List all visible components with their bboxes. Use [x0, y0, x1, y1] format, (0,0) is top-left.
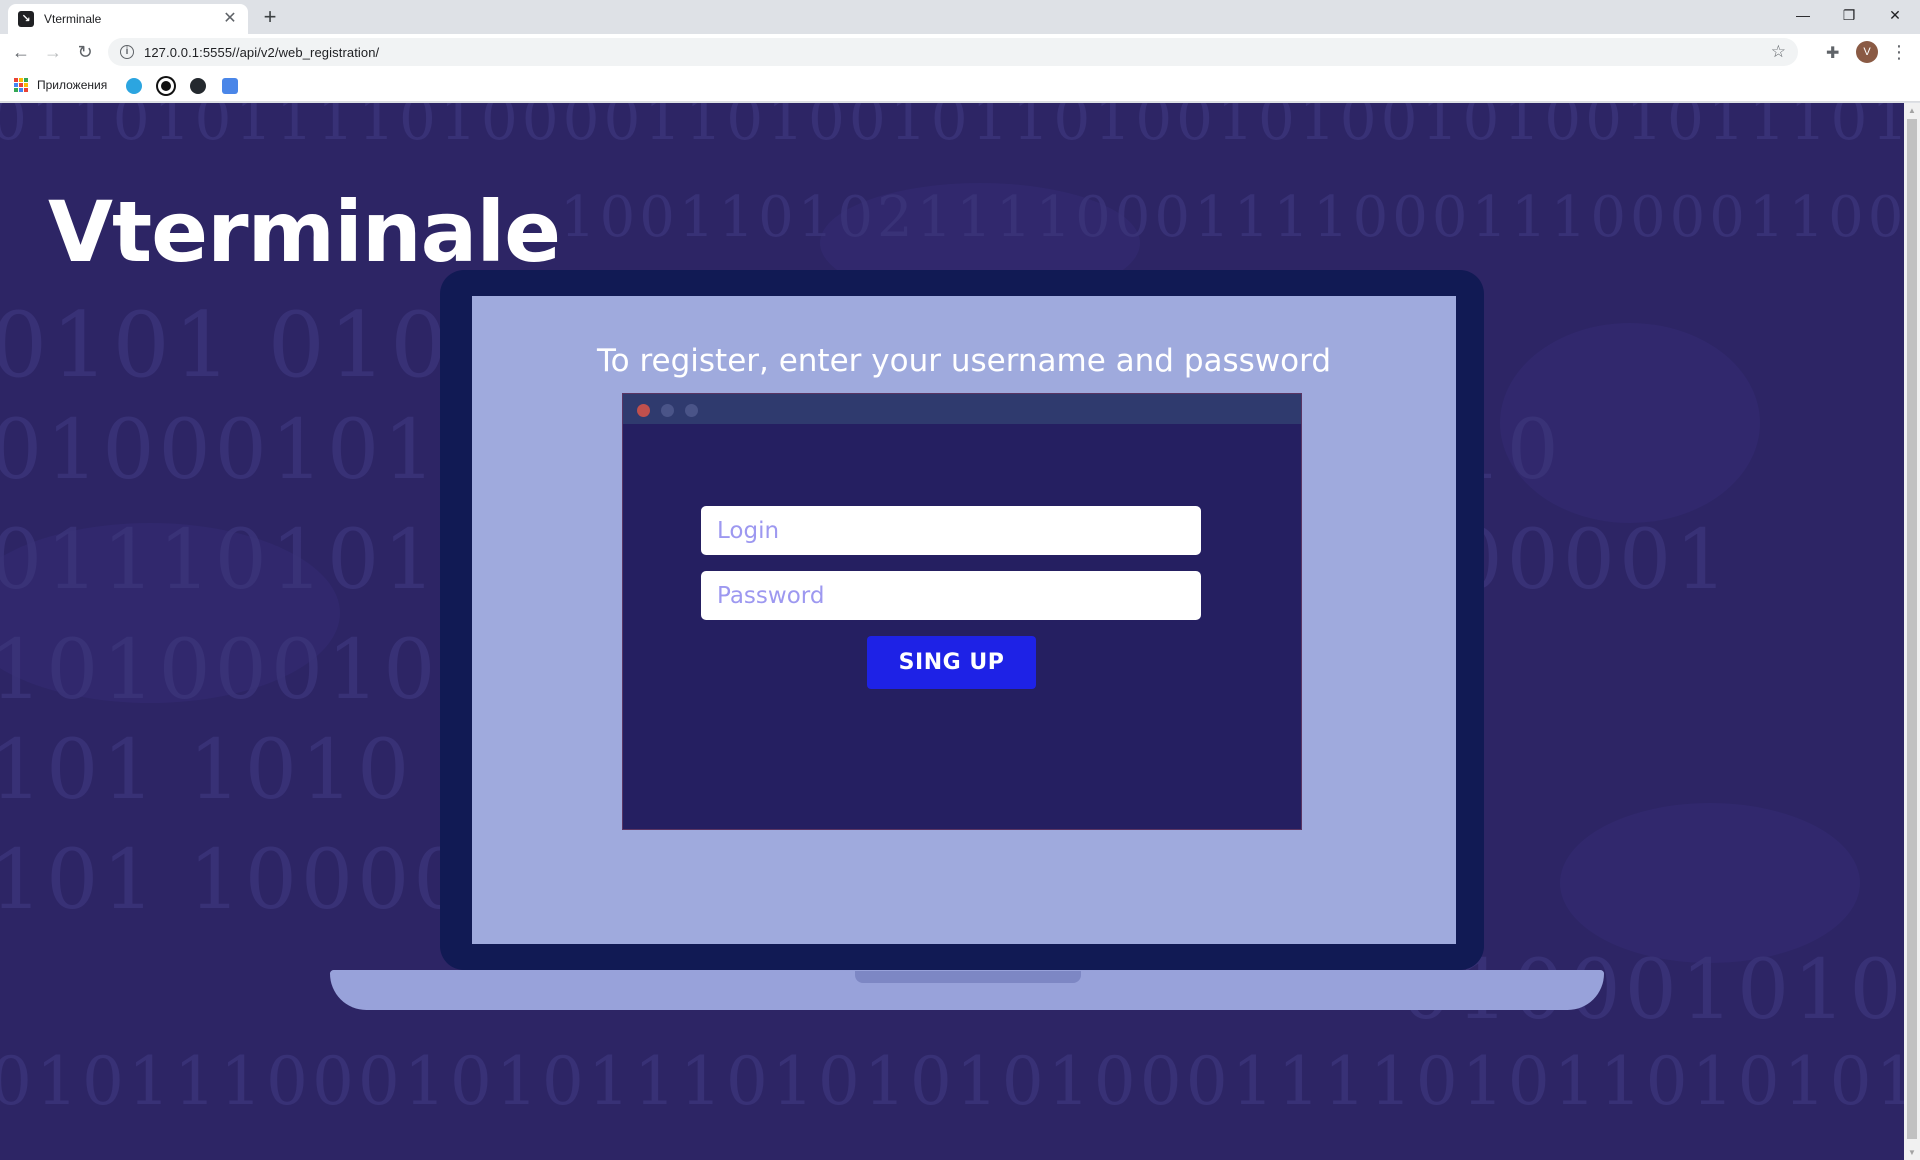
forward-icon[interactable]: → — [41, 40, 65, 64]
window-titlebar — [623, 394, 1301, 424]
scroll-up-icon[interactable]: ▲ — [1908, 106, 1916, 115]
password-input[interactable] — [701, 571, 1201, 620]
star-icon[interactable]: ☆ — [1771, 42, 1786, 62]
bg-blob — [1560, 803, 1860, 963]
reload-icon[interactable]: ↻ — [73, 40, 97, 64]
extensions-icon[interactable]: ✚ — [1826, 43, 1839, 63]
translate-icon[interactable] — [222, 78, 238, 94]
bg-binary-text: 1001101021111000111100011100001100 — [560, 185, 1904, 250]
apps-grid-icon — [14, 78, 28, 92]
url-text[interactable]: 127.0.0.1:5555//api/v2/web_registration/ — [144, 45, 379, 60]
scrollbar-thumb[interactable] — [1907, 119, 1917, 1139]
browser-toolbar: ← → ↻ i 127.0.0.1:5555//api/v2/web_regis… — [0, 34, 1920, 70]
kebab-menu-icon[interactable]: ⋮ — [1890, 40, 1908, 64]
slash-link-icon[interactable] — [158, 78, 174, 94]
bookmark-apps-label: Приложения — [37, 78, 108, 92]
laptop-notch — [855, 971, 1081, 983]
site-favicon-icon: ↘ — [18, 11, 34, 27]
address-bar[interactable]: i 127.0.0.1:5555//api/v2/web_registratio… — [108, 38, 1798, 66]
bg-binary-text: 0110101111010000110100101101001010010100… — [0, 103, 1904, 153]
minimize-button[interactable]: — — [1780, 0, 1826, 30]
profile-avatar[interactable]: V — [1856, 41, 1878, 63]
page-viewport: 0110101111010000110100101101001010010100… — [0, 103, 1904, 1160]
window-maximize-dot-icon — [685, 404, 698, 417]
page-scrollbar[interactable]: ▲ ▼ — [1904, 103, 1920, 1160]
new-tab-button[interactable]: + — [258, 6, 282, 30]
bookmarks-bar: Приложения — [0, 70, 1920, 102]
login-input[interactable] — [701, 506, 1201, 555]
info-icon[interactable]: i — [120, 45, 134, 59]
brand-logo-text: Vterminale — [48, 183, 561, 281]
tab-title: Vterminale — [44, 12, 102, 26]
window-minimize-dot-icon — [661, 404, 674, 417]
tab-strip: ↘ Vterminale ✕ + — ❐ ✕ — [0, 0, 1920, 34]
bookmark-apps[interactable]: Приложения — [14, 78, 107, 92]
browser-tab[interactable]: ↘ Vterminale ✕ — [8, 4, 248, 34]
maximize-button[interactable]: ❐ — [1826, 0, 1872, 30]
tab-close-icon[interactable]: ✕ — [222, 11, 238, 27]
window-close-dot-icon — [637, 404, 650, 417]
sign-up-button[interactable]: SING UP — [867, 636, 1036, 689]
bg-binary-text: 0101110001010111010101010001111010110101… — [0, 1043, 1904, 1120]
back-icon[interactable]: ← — [9, 40, 33, 64]
telegram-icon[interactable] — [126, 78, 142, 94]
github-icon[interactable] — [190, 78, 206, 94]
register-instruction: To register, enter your username and pas… — [596, 343, 1332, 379]
window-close-button[interactable]: ✕ — [1872, 0, 1918, 30]
scroll-down-icon[interactable]: ▼ — [1908, 1148, 1916, 1157]
